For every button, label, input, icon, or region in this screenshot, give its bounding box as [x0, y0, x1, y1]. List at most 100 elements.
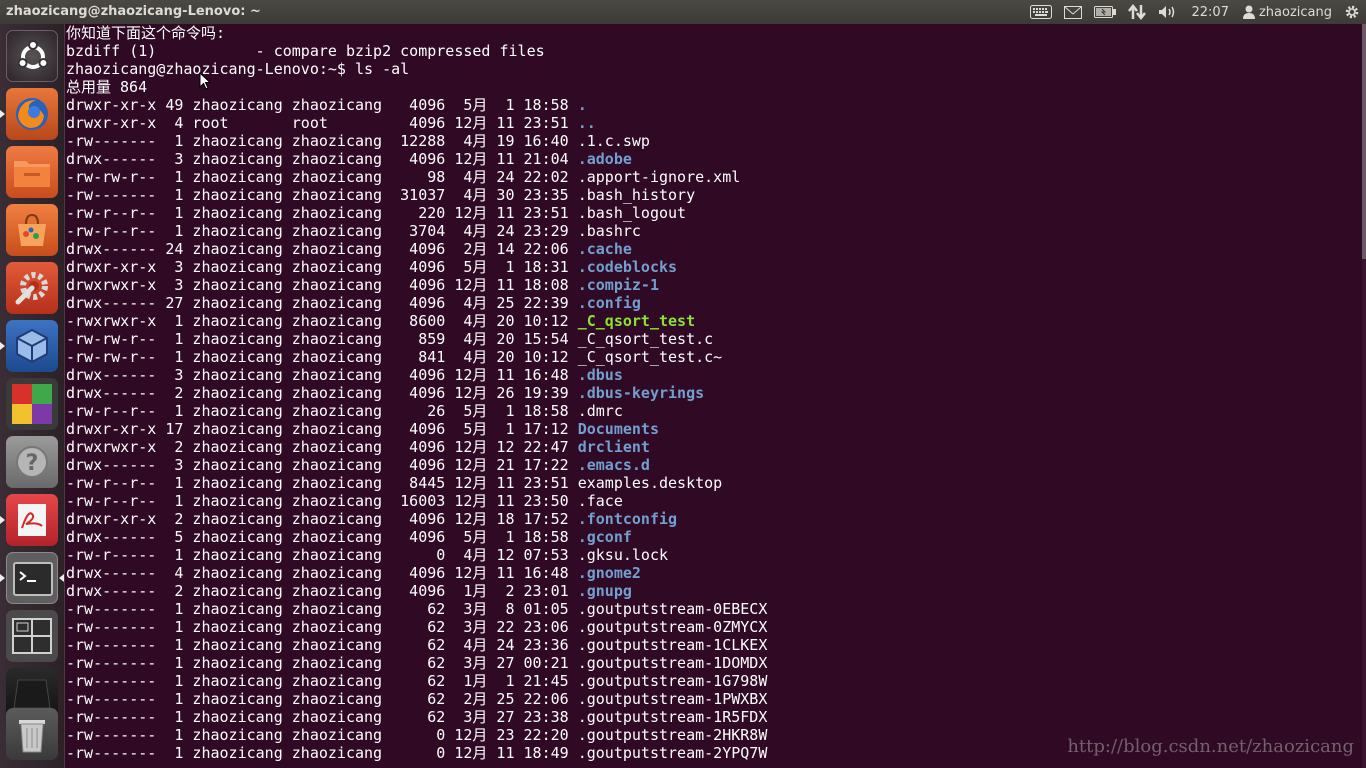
system-settings-launcher[interactable] — [6, 262, 58, 314]
listing-filename: .goutputstream-1G798W — [577, 672, 768, 690]
terminal-launcher[interactable] — [6, 552, 58, 604]
volume-icon[interactable] — [1152, 0, 1184, 24]
listing-filename: .config — [577, 294, 641, 312]
listing-row: -rw-rw-r-- 1 zhaozicang zhaozicang 98 4月… — [66, 168, 767, 186]
network-icon[interactable] — [1122, 0, 1152, 24]
listing-row: -rwxrwxr-x 1 zhaozicang zhaozicang 8600 … — [66, 312, 767, 330]
codeblocks-icon — [6, 378, 58, 430]
listing-meta: drwx------ 2 zhaozicang zhaozicang 4096 … — [66, 384, 578, 402]
listing-meta: drwxr-xr-x 4 root root 4096 12月 11 23:51 — [66, 114, 578, 132]
top-panel: zhaozicang@zhaozicang-Lenovo: ~ 22:07 zh… — [0, 0, 1366, 24]
listing-row: -rw------- 1 zhaozicang zhaozicang 31037… — [66, 186, 767, 204]
indicator-area: 22:07 zhaozicang — [1024, 0, 1366, 24]
user-menu[interactable]: zhaozicang — [1237, 0, 1338, 24]
keyboard-icon[interactable] — [1024, 0, 1058, 24]
listing-meta: drwx------ 3 zhaozicang zhaozicang 4096 … — [66, 366, 578, 384]
running-indicator — [0, 342, 5, 350]
listing-filename: _C_qsort_test.c~ — [577, 348, 723, 366]
listing-meta: drwxrwxr-x 3 zhaozicang zhaozicang 4096 … — [66, 276, 578, 294]
pdf-reader-launcher[interactable] — [6, 494, 58, 546]
listing-filename: .codeblocks — [577, 258, 678, 276]
listing-meta: drwxr-xr-x 17 zhaozicang zhaozicang 4096… — [66, 420, 578, 438]
workspace-switcher-launcher[interactable] — [6, 610, 58, 662]
listing-row: drwx------ 5 zhaozicang zhaozicang 4096 … — [66, 528, 767, 546]
mail-icon[interactable] — [1058, 0, 1088, 24]
running-indicator — [0, 110, 5, 118]
listing-row: -rw-rw-r-- 1 zhaozicang zhaozicang 859 4… — [66, 330, 767, 348]
listing-filename: .cache — [577, 240, 632, 258]
virtualbox-launcher[interactable] — [6, 320, 58, 372]
listing-row: -rw-r--r-- 1 zhaozicang zhaozicang 8445 … — [66, 474, 767, 492]
listing-meta: -rw-r--r-- 1 zhaozicang zhaozicang 3704 … — [66, 222, 578, 240]
terminal-window[interactable]: 你知道下面这个命令吗: bzdiff (1) - compare bzip2 co… — [65, 24, 1362, 768]
dash-button[interactable] — [6, 30, 58, 82]
listing-row: -rw------- 1 zhaozicang zhaozicang 62 3月… — [66, 654, 767, 672]
clock[interactable]: 22:07 — [1184, 0, 1237, 24]
listing-filename: _C_qsort_test.c — [577, 330, 714, 348]
listing-meta: drwx------ 5 zhaozicang zhaozicang 4096 … — [66, 528, 578, 546]
software-center-launcher[interactable] — [6, 204, 58, 256]
listing-meta: -rw------- 1 zhaozicang zhaozicang 62 2月… — [66, 690, 578, 708]
listing-meta: drwx------ 2 zhaozicang zhaozicang 4096 … — [66, 582, 578, 600]
listing-meta: -rw------- 1 zhaozicang zhaozicang 0 12月… — [66, 726, 578, 744]
listing-filename: .goutputstream-0ZMYCX — [577, 618, 768, 636]
listing-meta: -rwxrwxr-x 1 zhaozicang zhaozicang 8600 … — [66, 312, 578, 330]
listing-filename: .dbus — [577, 366, 623, 384]
listing-filename: .goutputstream-2YPQ7W — [577, 744, 768, 762]
listing-meta: -rw-r----- 1 zhaozicang zhaozicang 0 4月 … — [66, 546, 578, 564]
listing-row: -rw------- 1 zhaozicang zhaozicang 0 12月… — [66, 726, 767, 744]
listing-filename: .face — [577, 492, 623, 510]
listing-row: drwxr-xr-x 17 zhaozicang zhaozicang 4096… — [66, 420, 767, 438]
listing-meta: -rw------- 1 zhaozicang zhaozicang 0 12月… — [66, 744, 578, 762]
listing-filename: examples.desktop — [577, 474, 723, 492]
listing-meta: -rw-r--r-- 1 zhaozicang zhaozicang 220 1… — [66, 204, 578, 222]
shopping-bag-icon — [6, 204, 58, 256]
firefox-icon — [6, 88, 58, 140]
listing-meta: drwxr-xr-x 3 zhaozicang zhaozicang 4096 … — [66, 258, 578, 276]
listing-meta: drwx------ 3 zhaozicang zhaozicang 4096 … — [66, 150, 578, 168]
scrollbar-thumb[interactable] — [1362, 24, 1366, 259]
listing-meta: drwxrwxr-x 2 zhaozicang zhaozicang 4096 … — [66, 438, 578, 456]
listing-meta: drwx------ 27 zhaozicang zhaozicang 4096… — [66, 294, 578, 312]
listing-row: -rw-r--r-- 1 zhaozicang zhaozicang 26 5月… — [66, 402, 767, 420]
listing-row: drwxr-xr-x 49 zhaozicang zhaozicang 4096… — [66, 96, 767, 114]
listing-meta: -rw-r--r-- 1 zhaozicang zhaozicang 16003… — [66, 492, 578, 510]
mouse-cursor-icon — [199, 72, 211, 90]
listing-row: drwx------ 24 zhaozicang zhaozicang 4096… — [66, 240, 767, 258]
listing-filename: .apport-ignore.xml — [577, 168, 741, 186]
firefox-launcher[interactable] — [6, 88, 58, 140]
listing-filename: .dmrc — [577, 402, 623, 420]
listing-filename: Documents — [577, 420, 659, 438]
ubuntu-logo-icon — [7, 31, 59, 83]
settings-gear-icon[interactable] — [1338, 0, 1366, 24]
listing-meta: -rw------- 1 zhaozicang zhaozicang 62 3月… — [66, 708, 578, 726]
codeblocks-launcher[interactable] — [6, 378, 58, 430]
workspace-switcher-icon — [6, 610, 58, 662]
trash-launcher[interactable] — [6, 708, 58, 760]
listing-row: drwx------ 3 zhaozicang zhaozicang 4096 … — [66, 456, 767, 474]
listing-filename: .fontconfig — [577, 510, 678, 528]
running-indicator — [0, 516, 5, 524]
user-icon — [1242, 5, 1255, 19]
listing-filename: .goutputstream-1DOMDX — [577, 654, 768, 672]
window-title: zhaozicang@zhaozicang-Lenovo: ~ — [6, 4, 261, 19]
listing-row: drwx------ 3 zhaozicang zhaozicang 4096 … — [66, 366, 767, 384]
files-launcher[interactable] — [6, 146, 58, 198]
listing-row: drwxrwxr-x 2 zhaozicang zhaozicang 4096 … — [66, 438, 767, 456]
listing-meta: -rw-rw-r-- 1 zhaozicang zhaozicang 841 4… — [66, 348, 578, 366]
listing-filename: .1.c.swp — [577, 132, 650, 150]
listing-filename: .bashrc — [577, 222, 641, 240]
listing-meta: -rw------- 1 zhaozicang zhaozicang 31037… — [66, 186, 578, 204]
listing-filename: .gksu.lock — [577, 546, 669, 564]
running-indicator — [0, 574, 5, 582]
battery-icon[interactable] — [1088, 0, 1122, 24]
listing-filename: .goutputstream-0EBECX — [577, 600, 768, 618]
listing-meta: drwxr-xr-x 49 zhaozicang zhaozicang 4096… — [66, 96, 578, 114]
listing-row: drwx------ 3 zhaozicang zhaozicang 4096 … — [66, 150, 767, 168]
listing-filename: .compiz-1 — [577, 276, 659, 294]
listing-filename: .dbus-keyrings — [577, 384, 705, 402]
listing-row: -rw-r--r-- 1 zhaozicang zhaozicang 220 1… — [66, 204, 767, 222]
terminal-output: 你知道下面这个命令吗: bzdiff (1) - compare bzip2 co… — [66, 24, 767, 762]
help-launcher[interactable]: ? — [6, 436, 58, 488]
listing-filename: .adobe — [577, 150, 632, 168]
